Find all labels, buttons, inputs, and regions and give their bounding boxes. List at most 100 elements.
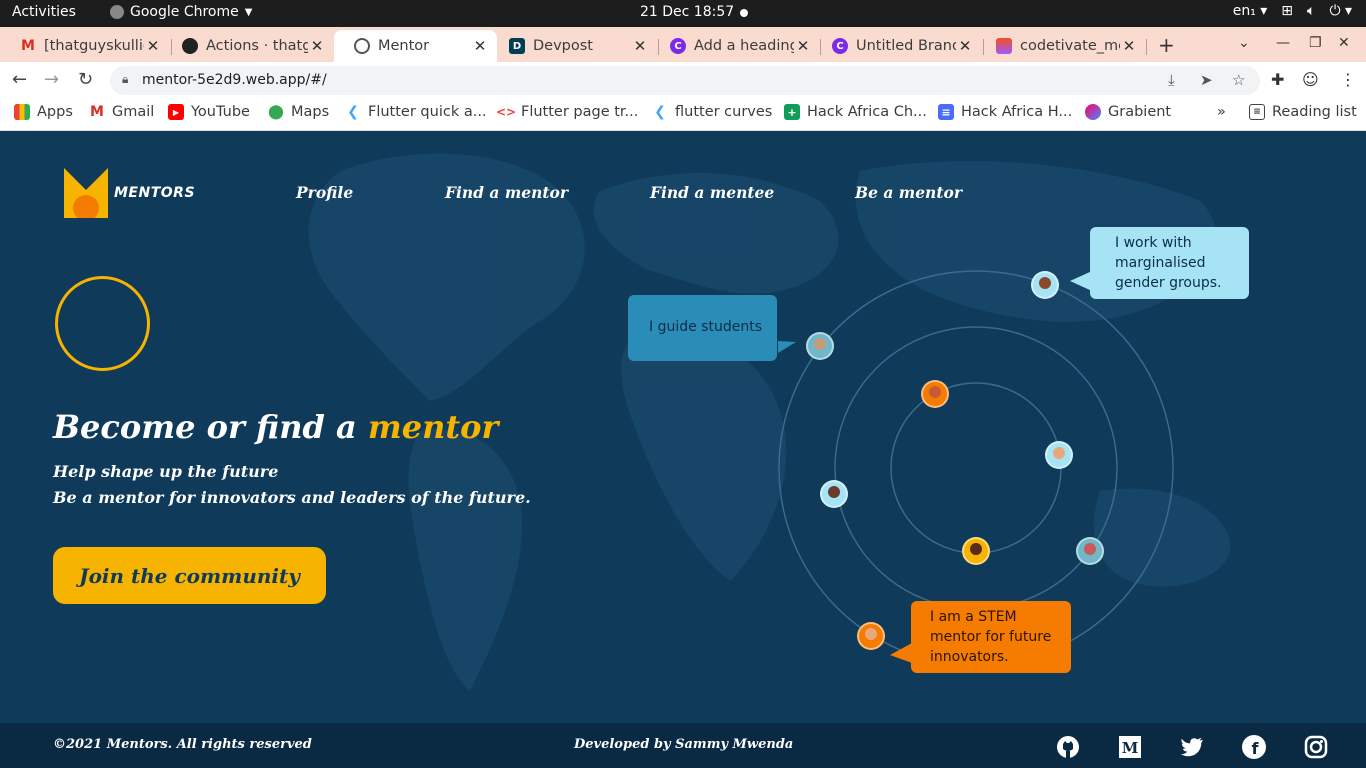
close-tab-icon[interactable]: ✕ <box>471 37 489 55</box>
reading-list[interactable]: ≡ Reading list <box>1249 104 1357 120</box>
tab-separator <box>983 39 984 55</box>
tab-separator <box>1146 39 1147 55</box>
maximize-button[interactable]: ❐ <box>1309 35 1322 51</box>
copyright-text: ©2021 Mentors. All rights reserved <box>53 737 312 752</box>
globe-icon <box>354 38 370 54</box>
mentor-page: MENTORS Profile Find a mentor Find a men… <box>0 131 1366 723</box>
canva-icon: C <box>670 38 686 54</box>
minimize-button[interactable]: — <box>1276 35 1290 51</box>
svg-text:f: f <box>1252 739 1260 758</box>
tab-canva-brand[interactable]: C Untitled Brand ✕ <box>812 30 982 62</box>
install-icon[interactable]: ⤓ <box>1168 71 1175 89</box>
tab-search-icon[interactable]: ⌄ <box>1238 35 1250 51</box>
address-bar[interactable]: 🔒︎ mentor-5e2d9.web.app/#/ ⤓ ➤ ☆ <box>110 66 1260 95</box>
tab-mentor[interactable]: Mentor ✕ <box>334 30 497 62</box>
avatar <box>1031 271 1059 299</box>
close-window-button[interactable]: ✕ <box>1338 35 1350 51</box>
gmail-icon: M <box>21 38 35 54</box>
developer-credit: Developed by Sammy Mwenda <box>574 737 794 752</box>
youtube-icon: ▶ <box>168 104 184 120</box>
github-icon[interactable] <box>1056 735 1080 759</box>
gmail-icon: M <box>90 104 104 120</box>
speech-bubble-guide: I guide students <box>628 295 777 361</box>
bookmark-youtube[interactable]: ▶ YouTube <box>168 104 250 120</box>
facebook-icon[interactable]: f <box>1242 735 1266 759</box>
forward-icon[interactable]: → <box>44 69 59 90</box>
tab-github-actions[interactable]: Actions · thatg ✕ <box>162 30 334 62</box>
lock-icon[interactable]: 🔒︎ <box>122 72 128 87</box>
bookmark-apps[interactable]: Apps <box>14 104 73 120</box>
back-icon[interactable]: ← <box>12 69 27 90</box>
tab-canva-heading[interactable]: C Add a heading ✕ <box>650 30 820 62</box>
close-tab-icon[interactable]: ✕ <box>308 37 326 55</box>
avatar[interactable]: ☺ <box>1302 70 1319 89</box>
avatar <box>962 537 990 565</box>
devpost-icon: D <box>509 38 525 54</box>
close-tab-icon[interactable]: ✕ <box>1120 37 1138 55</box>
avatar <box>820 480 848 508</box>
code-icon: <> <box>495 105 517 119</box>
close-tab-icon[interactable]: ✕ <box>956 37 974 55</box>
github-icon <box>182 38 198 54</box>
bookmarks-bar: Apps M Gmail ▶ YouTube ⬤ Maps ❮ Flutter … <box>0 98 1366 131</box>
network-icon: ⊞ <box>1281 3 1294 19</box>
volume-icon: 🔈︎ <box>1307 3 1316 19</box>
avatar <box>921 380 949 408</box>
site-footer: ©2021 Mentors. All rights reserved Devel… <box>0 723 1366 768</box>
activities-button[interactable]: Activities <box>12 4 76 20</box>
bookmark-flutter-page[interactable]: <> Flutter page tr... <box>495 104 638 120</box>
chrome-icon <box>110 5 124 19</box>
extensions-icon[interactable]: ✚ <box>1271 70 1284 89</box>
avatar <box>1076 537 1104 565</box>
bookmark-hack-africa-h[interactable]: ≡ Hack Africa H... <box>938 104 1072 120</box>
speech-bubble-gender: I work with marginalised gender groups. <box>1090 227 1249 299</box>
tab-gmail[interactable]: M [thatguyskullie ✕ <box>0 30 170 62</box>
tab-figma[interactable]: codetivate_me ✕ <box>976 30 1146 62</box>
bookmark-maps[interactable]: ⬤ Maps <box>268 104 329 120</box>
medium-icon[interactable]: M <box>1118 735 1142 759</box>
apps-grid-icon <box>14 104 30 120</box>
bookmark-flutter-quick[interactable]: ❮ Flutter quick a... <box>345 104 486 120</box>
reading-list-icon: ≡ <box>1249 104 1265 120</box>
avatar <box>1045 441 1073 469</box>
avatar <box>806 332 834 360</box>
bookmark-flutter-curves[interactable]: ❮ flutter curves <box>652 104 772 120</box>
close-tab-icon[interactable]: ✕ <box>794 37 812 55</box>
bookmark-gmail[interactable]: M Gmail <box>89 104 154 120</box>
reload-icon[interactable]: ↻ <box>78 69 93 90</box>
tab-separator <box>171 39 172 55</box>
orbit-graphic <box>778 270 1174 666</box>
docs-icon: ≡ <box>938 104 954 120</box>
system-top-bar: Activities Google Chrome ▼ 21 Dec 18:57 … <box>0 0 1366 27</box>
new-tab-button[interactable]: + <box>1158 33 1175 57</box>
clock[interactable]: 21 Dec 18:57 <box>640 4 734 20</box>
language-indicator[interactable]: en₁ ▾ <box>1233 3 1268 19</box>
tab-devpost[interactable]: D Devpost ✕ <box>489 30 657 62</box>
figma-icon <box>996 38 1012 54</box>
chevron-down-icon: ▼ <box>244 6 253 18</box>
flutter-icon: ❮ <box>654 104 666 120</box>
menu-icon[interactable]: ⋮ <box>1340 70 1356 89</box>
avatar <box>857 622 885 650</box>
more-bookmarks-icon[interactable]: » <box>1217 104 1226 120</box>
close-tab-icon[interactable]: ✕ <box>144 37 162 55</box>
send-icon[interactable]: ➤ <box>1200 71 1213 89</box>
app-menu[interactable]: Google Chrome ▼ <box>110 4 252 20</box>
tab-separator <box>820 39 821 55</box>
canva-icon: C <box>832 38 848 54</box>
bookmark-hack-africa-ch[interactable]: + Hack Africa Ch... <box>784 104 927 120</box>
close-tab-icon[interactable]: ✕ <box>631 37 649 55</box>
notification-dot <box>740 9 748 17</box>
instagram-icon[interactable] <box>1304 735 1328 759</box>
twitter-icon[interactable] <box>1180 735 1204 759</box>
bookmark-grabient[interactable]: Grabient <box>1085 104 1171 120</box>
svg-text:M: M <box>1122 739 1139 757</box>
bookmark-star-icon[interactable]: ☆ <box>1232 71 1245 89</box>
url-text[interactable]: mentor-5e2d9.web.app/#/ <box>142 72 327 88</box>
system-tray[interactable]: en₁ ▾ ⊞ 🔈︎ ⏻ ▾ <box>1233 3 1352 19</box>
flutter-icon: ❮ <box>347 104 359 120</box>
tab-separator <box>658 39 659 55</box>
grabient-icon <box>1085 104 1101 120</box>
sheets-icon: + <box>784 104 800 120</box>
speech-bubble-stem: I am a STEM mentor for future innovators… <box>911 601 1071 673</box>
